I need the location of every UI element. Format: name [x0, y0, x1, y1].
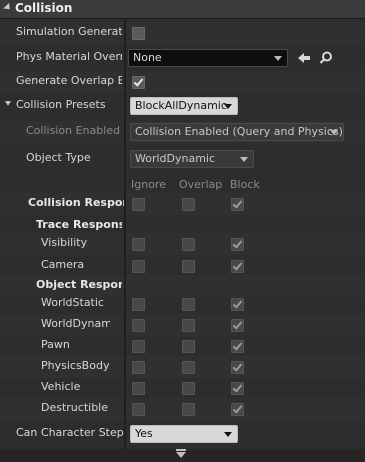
- object-row-worlddynamic: WorldDynamic: [0, 314, 365, 336]
- responses-overlap-checkbox[interactable]: [182, 198, 195, 211]
- physicsbody-label: PhysicsBody: [41, 359, 110, 372]
- trace-row-visibility: Visibility: [0, 233, 365, 255]
- advanced-expander[interactable]: [0, 449, 365, 462]
- worlddynamic-block-checkbox[interactable]: [231, 319, 244, 332]
- simulation-generates-checkbox[interactable]: [132, 27, 145, 40]
- object-type-combo[interactable]: WorldDynamic: [130, 150, 254, 168]
- camera-label: Camera: [41, 258, 85, 271]
- advanced-line-icon: [176, 449, 186, 451]
- arrow-left-icon[interactable]: [296, 50, 312, 66]
- collision-presets-combo[interactable]: BlockAllDynamic: [130, 97, 238, 115]
- expand-arrow-icon[interactable]: [5, 101, 11, 106]
- worlddynamic-ignore-checkbox[interactable]: [132, 319, 145, 332]
- pawn-block-checkbox[interactable]: [231, 340, 244, 353]
- trace-responses-label: Trace Response: [36, 218, 122, 231]
- category-header-collision[interactable]: Collision: [0, 0, 365, 19]
- chevron-down-icon: [330, 130, 338, 135]
- pawn-label: Pawn: [41, 338, 70, 351]
- vehicle-block-checkbox[interactable]: [231, 382, 244, 395]
- category-title: Collision: [15, 1, 73, 15]
- worldstatic-block-checkbox[interactable]: [231, 298, 244, 311]
- visibility-ignore-checkbox[interactable]: [132, 238, 145, 251]
- object-type-label: Object Type: [26, 151, 91, 164]
- vehicle-ignore-checkbox[interactable]: [132, 382, 145, 395]
- collision-enabled-value: Collision Enabled (Query and Physics): [135, 125, 343, 138]
- visibility-overlap-checkbox[interactable]: [182, 238, 195, 251]
- collision-enabled-label: Collision Enabled: [26, 124, 121, 137]
- vehicle-label: Vehicle: [41, 380, 81, 393]
- generate-overlap-checkbox[interactable]: [132, 76, 145, 89]
- visibility-label: Visibility: [41, 236, 88, 249]
- trace-row-camera: Camera: [0, 255, 365, 277]
- object-row-destructible: Destructible: [0, 398, 365, 420]
- phys-material-combo[interactable]: None: [128, 49, 288, 67]
- column-divider[interactable]: [124, 19, 126, 449]
- collision-presets-value: BlockAllDynamic: [135, 99, 227, 112]
- column-header-ignore: Ignore: [131, 178, 166, 191]
- collision-enabled-combo[interactable]: Collision Enabled (Query and Physics): [130, 123, 344, 141]
- object-row-worldstatic: WorldStatic: [0, 293, 365, 315]
- object-row-pawn: Pawn: [0, 335, 365, 357]
- worlddynamic-overlap-checkbox[interactable]: [182, 319, 195, 332]
- camera-block-checkbox[interactable]: [231, 260, 244, 273]
- worldstatic-label: WorldStatic: [41, 296, 104, 309]
- phys-material-override-label: Phys Material Overric: [16, 50, 122, 63]
- collision-responses-label: Collision Responses: [28, 196, 124, 209]
- physicsbody-ignore-checkbox[interactable]: [132, 361, 145, 374]
- destructible-ignore-checkbox[interactable]: [132, 403, 145, 416]
- physicsbody-block-checkbox[interactable]: [231, 361, 244, 374]
- collapse-arrow-icon[interactable]: [3, 2, 13, 13]
- vehicle-overlap-checkbox[interactable]: [182, 382, 195, 395]
- object-type-value: WorldDynamic: [135, 152, 216, 165]
- row-collision-enabled: Collision Enabled Collision Enabled (Que…: [0, 121, 365, 143]
- object-responses-label: Object Respons: [36, 278, 122, 291]
- chevron-down-icon: [176, 452, 186, 458]
- can-step-up-value: Yes: [135, 427, 153, 440]
- pawn-overlap-checkbox[interactable]: [182, 340, 195, 353]
- camera-ignore-checkbox[interactable]: [132, 260, 145, 273]
- visibility-block-checkbox[interactable]: [231, 238, 244, 251]
- destructible-overlap-checkbox[interactable]: [182, 403, 195, 416]
- destructible-label: Destructible: [41, 401, 108, 414]
- row-generate-overlap-events: Generate Overlap Eve: [0, 71, 365, 93]
- simulation-generates-label: Simulation Generates: [16, 25, 122, 38]
- chevron-down-icon: [224, 104, 232, 109]
- row-simulation-generates: Simulation Generates: [0, 22, 365, 44]
- row-collision-presets: Collision Presets BlockAllDynamic: [0, 95, 365, 117]
- worldstatic-overlap-checkbox[interactable]: [182, 298, 195, 311]
- row-phys-material-override: Phys Material Overric None: [0, 47, 365, 69]
- pawn-ignore-checkbox[interactable]: [132, 340, 145, 353]
- worlddynamic-label: WorldDynamic: [41, 317, 110, 330]
- chevron-down-icon: [240, 157, 248, 162]
- column-header-overlap: Overlap: [179, 178, 223, 191]
- chevron-down-icon: [224, 432, 232, 437]
- object-row-vehicle: Vehicle: [0, 377, 365, 399]
- column-header-block: Block: [230, 178, 260, 191]
- physicsbody-overlap-checkbox[interactable]: [182, 361, 195, 374]
- camera-overlap-checkbox[interactable]: [182, 260, 195, 273]
- phys-material-value: None: [133, 51, 162, 64]
- row-collision-responses: Collision Responses: [0, 193, 365, 215]
- row-can-character-step-up: Can Character Step U Yes: [0, 423, 365, 445]
- search-icon[interactable]: [318, 50, 334, 66]
- responses-ignore-checkbox[interactable]: [132, 198, 145, 211]
- row-object-type: Object Type WorldDynamic: [0, 148, 365, 170]
- worldstatic-ignore-checkbox[interactable]: [132, 298, 145, 311]
- can-step-up-combo[interactable]: Yes: [130, 425, 238, 443]
- object-row-physicsbody: PhysicsBody: [0, 356, 365, 378]
- can-step-up-label: Can Character Step U: [16, 426, 124, 439]
- destructible-block-checkbox[interactable]: [231, 403, 244, 416]
- generate-overlap-label: Generate Overlap Eve: [16, 74, 122, 87]
- collision-presets-label: Collision Presets: [16, 98, 106, 111]
- chevron-down-icon: [274, 56, 282, 61]
- responses-block-checkbox[interactable]: [231, 198, 244, 211]
